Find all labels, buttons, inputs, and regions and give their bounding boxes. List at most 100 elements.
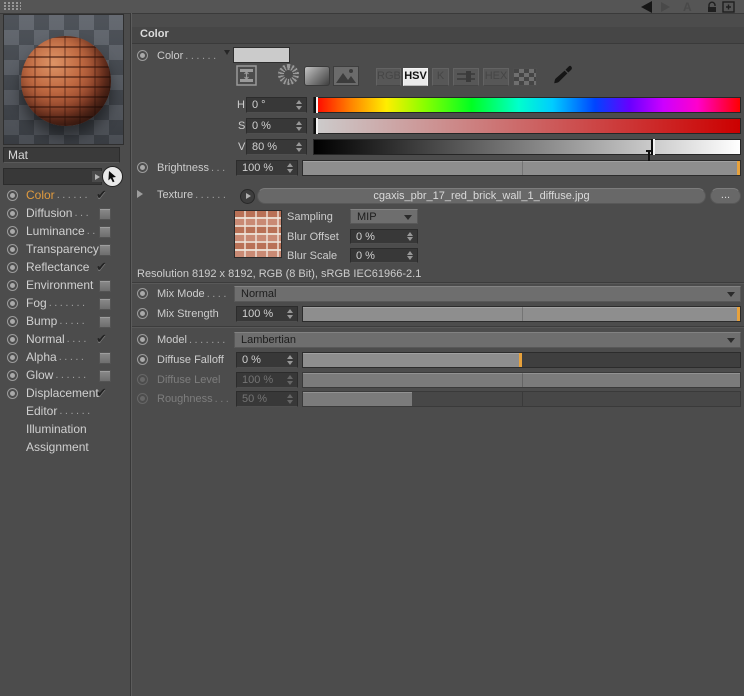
channel-checkbox[interactable] (99, 226, 111, 238)
saturation-handle[interactable] (314, 118, 318, 134)
hue-gradient-bar[interactable] (313, 97, 741, 113)
new-window-icon[interactable] (722, 1, 735, 13)
channel-checkbox[interactable] (99, 298, 111, 310)
hex-mode-button[interactable]: HEX (483, 68, 509, 86)
sidebar-channel-alpha[interactable]: Alpha..... (0, 348, 129, 366)
node-space-field[interactable] (3, 168, 103, 185)
animation-dot-icon[interactable] (7, 243, 18, 255)
mix-strength-value-box[interactable]: 100 % (236, 306, 298, 322)
spinner-arrows-icon[interactable] (287, 307, 294, 321)
mix-strength-slider[interactable] (302, 306, 741, 322)
sidebar-channel-bump[interactable]: Bump..... (0, 312, 129, 330)
sidebar-channel-reflectance[interactable]: Reflectance ✔ (0, 258, 129, 276)
value-gradient-bar[interactable] (313, 139, 741, 155)
channel-checkmark-icon[interactable]: ✔ (96, 331, 107, 347)
image-picker-icon[interactable] (333, 66, 359, 86)
pointer-pick-icon[interactable] (102, 166, 123, 187)
texture-expand-icon[interactable] (137, 190, 143, 198)
sidebar-channel-illumination[interactable]: Illumination (0, 420, 129, 438)
sampling-dropdown[interactable]: MIP (350, 209, 418, 224)
spinner-arrows-icon[interactable] (296, 98, 303, 112)
spinner-arrows-icon[interactable] (407, 230, 414, 243)
channel-checkbox[interactable] (99, 208, 111, 220)
animation-dot-icon[interactable] (7, 297, 18, 309)
sidebar-channel-diffusion[interactable]: Diffusion... (0, 204, 129, 222)
diffuse-falloff-value-box[interactable]: 0 % (236, 352, 298, 368)
animation-dot-icon[interactable] (137, 354, 148, 365)
sidebar-channel-displacement[interactable]: Displacement ✔ (0, 384, 129, 402)
spinner-arrows-icon[interactable] (407, 249, 414, 262)
channel-label: Glow (26, 368, 54, 382)
texture-thumbnail[interactable] (234, 210, 282, 258)
back-arrow-icon[interactable] (641, 1, 652, 13)
spinner-arrows-icon[interactable] (296, 119, 303, 133)
brightness-value-box[interactable]: 100 % (236, 160, 298, 176)
channel-checkmark-icon[interactable]: ✔ (96, 187, 107, 203)
drag-grip-icon[interactable] (4, 2, 21, 11)
k-mode-button[interactable]: K (432, 68, 449, 86)
sidebar-channel-luminance[interactable]: Luminance.. (0, 222, 129, 240)
rgb-mode-button[interactable]: RGB (376, 68, 401, 86)
blur-scale-value-box[interactable]: 0 % (350, 248, 418, 263)
animation-dot-icon[interactable] (137, 334, 148, 345)
animation-dot-icon[interactable] (7, 279, 18, 291)
animation-dot-icon[interactable] (137, 162, 148, 173)
sidebar-channel-assignment[interactable]: Assignment (0, 438, 129, 456)
animation-dot-icon[interactable] (7, 315, 18, 327)
blur-offset-value-box[interactable]: 0 % (350, 229, 418, 244)
brightness-slider[interactable] (302, 160, 741, 176)
swatches-mode-icon[interactable] (513, 68, 537, 86)
saturation-value-box[interactable]: 0 % (246, 118, 307, 134)
color-wheel-icon[interactable] (278, 64, 299, 85)
texture-browse-button[interactable]: ... (710, 188, 741, 204)
hsv-mode-button[interactable]: HSV (403, 68, 428, 86)
hue-handle[interactable] (314, 97, 318, 113)
channel-checkbox[interactable] (99, 244, 111, 256)
channel-checkmark-icon[interactable]: ✔ (96, 259, 107, 275)
saturation-gradient-bar[interactable] (313, 118, 741, 134)
channel-checkbox[interactable] (99, 316, 111, 328)
diffuse-falloff-slider[interactable] (302, 352, 741, 368)
channel-checkmark-icon[interactable]: ✔ (96, 385, 107, 401)
mix-mode-dropdown[interactable]: Normal (234, 286, 741, 302)
animation-dot-icon[interactable] (7, 369, 18, 381)
texture-shader-menu-button[interactable] (240, 189, 255, 204)
spinner-arrows-icon[interactable] (287, 353, 294, 367)
channel-checkbox[interactable] (99, 280, 111, 292)
lock-icon[interactable] (706, 1, 718, 13)
material-name-input[interactable] (3, 147, 120, 163)
color-swatch[interactable] (233, 47, 290, 63)
animation-dot-icon[interactable] (137, 308, 148, 319)
animation-dot-icon[interactable] (7, 351, 18, 363)
spectrum-icon[interactable] (304, 66, 330, 86)
compact-mode-icon[interactable] (236, 65, 257, 89)
value-value-box[interactable]: 80 % (246, 139, 307, 155)
hue-value-box[interactable]: 0 ° (246, 97, 307, 113)
channel-checkbox[interactable] (99, 352, 111, 364)
animation-dot-icon[interactable] (7, 189, 18, 201)
animation-dot-icon[interactable] (137, 50, 148, 61)
spinner-arrows-icon[interactable] (287, 161, 294, 175)
animation-dot-icon[interactable] (7, 333, 18, 345)
value-handle[interactable] (650, 139, 655, 155)
sidebar-channel-fog[interactable]: Fog....... (0, 294, 129, 312)
animation-dot-icon[interactable] (137, 288, 148, 299)
spinner-arrows-icon[interactable] (296, 140, 303, 154)
sidebar-channel-normal[interactable]: Normal.... ✔ (0, 330, 129, 348)
animation-dot-icon[interactable] (7, 225, 18, 237)
sidebar-channel-editor[interactable]: Editor...... (0, 402, 129, 420)
animation-dot-icon[interactable] (7, 387, 18, 399)
eyedropper-icon[interactable] (551, 63, 575, 90)
model-dropdown[interactable]: Lambertian (234, 332, 741, 348)
texture-filename-button[interactable]: cgaxis_pbr_17_red_brick_wall_1_diffuse.j… (257, 188, 706, 204)
color-preset-arrow-icon[interactable] (224, 50, 230, 55)
sidebar-channel-transparency[interactable]: Transparency (0, 240, 129, 258)
channel-checkbox[interactable] (99, 370, 111, 382)
sidebar-channel-glow[interactable]: Glow...... (0, 366, 129, 384)
material-preview[interactable] (3, 14, 124, 145)
mixer-mode-icon[interactable] (453, 68, 479, 86)
animation-dot-icon[interactable] (7, 207, 18, 219)
sidebar-channel-environment[interactable]: Environment (0, 276, 129, 294)
animation-dot-icon[interactable] (7, 261, 18, 273)
sidebar-channel-color[interactable]: Color...... ✔ (0, 186, 129, 204)
